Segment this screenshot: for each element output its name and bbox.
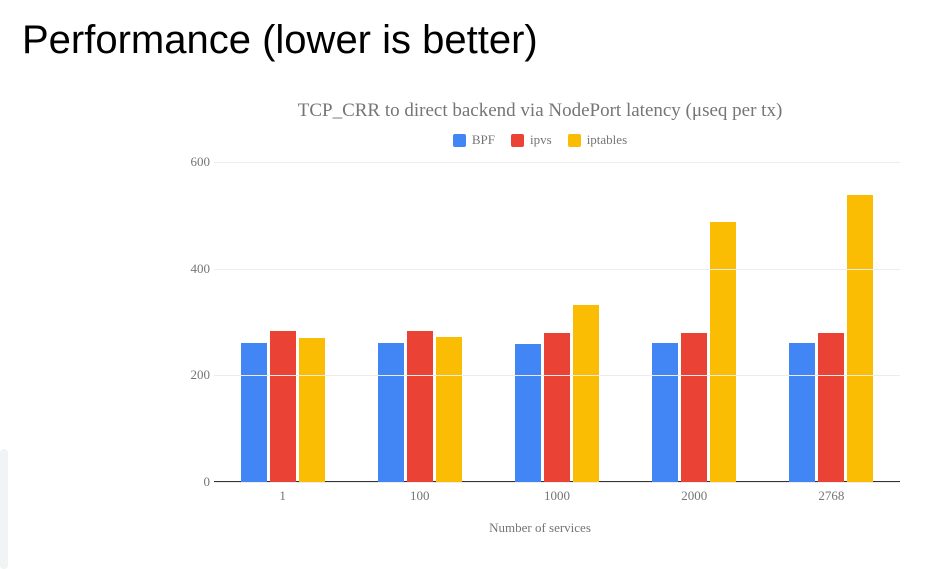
legend-item-iptables: iptables <box>568 132 627 148</box>
bar-bpf <box>378 343 404 482</box>
category-label: 100 <box>351 488 488 504</box>
bar-group: 100 <box>351 331 488 482</box>
bar-iptables <box>710 222 736 482</box>
chart-container: TCP_CRR to direct backend via NodePort l… <box>170 100 910 536</box>
bar-group: 1000 <box>488 305 625 482</box>
y-tick-label: 400 <box>170 261 210 277</box>
bar-ipvs <box>818 333 844 482</box>
y-tick-label: 0 <box>170 474 210 490</box>
bar-ipvs <box>270 331 296 482</box>
legend-swatch-iptables <box>568 134 581 147</box>
gridline <box>214 269 900 270</box>
x-axis-label: Number of services <box>170 520 910 536</box>
gridline <box>214 162 900 163</box>
legend-item-bpf: BPF <box>453 132 495 148</box>
bar-bpf <box>241 343 267 482</box>
bar-ipvs <box>407 331 433 482</box>
decorative-sidebar-edge <box>0 449 8 569</box>
category-label: 2000 <box>626 488 763 504</box>
chart-title: TCP_CRR to direct backend via NodePort l… <box>170 100 910 122</box>
bar-bpf <box>652 343 678 482</box>
chart-plot-area: 1100100020002768 0200400600 <box>214 162 900 482</box>
legend-item-ipvs: ipvs <box>511 132 552 148</box>
legend-label: ipvs <box>530 132 552 148</box>
bar-group: 1 <box>214 331 351 482</box>
bar-ipvs <box>681 333 707 482</box>
bar-iptables <box>573 305 599 482</box>
chart-legend: BPF ipvs iptables <box>170 132 910 148</box>
page-title: Performance (lower is better) <box>0 0 934 63</box>
bar-bpf <box>789 343 815 482</box>
category-label: 1000 <box>488 488 625 504</box>
bar-iptables <box>847 195 873 482</box>
legend-label: iptables <box>587 132 627 148</box>
category-label: 1 <box>214 488 351 504</box>
bar-bpf <box>515 344 541 482</box>
bar-iptables <box>436 337 462 482</box>
y-tick-label: 600 <box>170 154 210 170</box>
category-label: 2768 <box>763 488 900 504</box>
bar-group: 2000 <box>626 222 763 482</box>
gridline <box>214 375 900 376</box>
legend-swatch-bpf <box>453 134 466 147</box>
y-tick-label: 200 <box>170 367 210 383</box>
legend-swatch-ipvs <box>511 134 524 147</box>
gridline <box>214 482 900 483</box>
legend-label: BPF <box>472 132 495 148</box>
bar-ipvs <box>544 333 570 482</box>
bar-group: 2768 <box>763 195 900 482</box>
bar-iptables <box>299 338 325 482</box>
bar-groups: 1100100020002768 <box>214 162 900 482</box>
